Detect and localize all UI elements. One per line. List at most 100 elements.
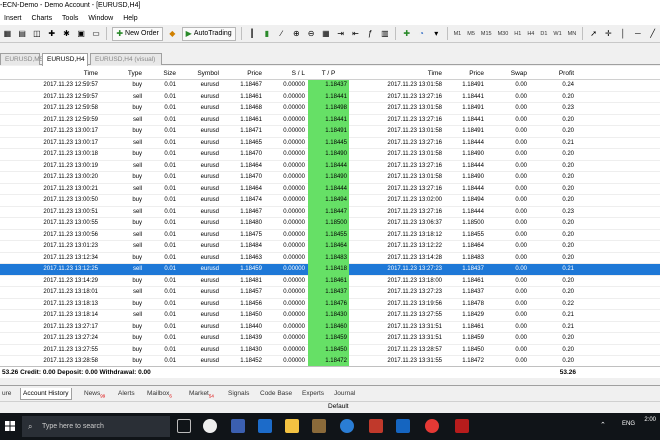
autoscroll-icon[interactable]: ⇥: [335, 28, 346, 39]
column-header-profit[interactable]: Profit: [530, 68, 574, 80]
terminal-tab-account-history[interactable]: Account History: [20, 388, 72, 400]
table-row[interactable]: 2017.11.23 13:18:13 buy 0.01 eurusd 1.18456 0…: [0, 298, 660, 310]
warning-app-icon[interactable]: [455, 419, 469, 433]
timeframe-m30[interactable]: M30: [498, 31, 509, 37]
menu-help[interactable]: Help: [123, 12, 137, 25]
timeframe-h4[interactable]: H4: [527, 31, 534, 37]
table-row[interactable]: 2017.11.23 13:12:34 buy 0.01 eurusd 1.18463 0…: [0, 252, 660, 264]
block-icon[interactable]: [425, 419, 439, 433]
cursor-icon[interactable]: ➚: [588, 28, 599, 39]
vertical-line-icon[interactable]: │: [618, 28, 629, 39]
column-header-time-close[interactable]: Time: [352, 68, 442, 80]
data-window-icon[interactable]: ✚: [46, 28, 57, 39]
timeframe-m5[interactable]: M5: [467, 31, 475, 37]
column-header-time-open[interactable]: Time: [8, 68, 98, 80]
language-indicator[interactable]: ENG: [622, 421, 635, 427]
terminal-tab-experts[interactable]: Experts: [300, 388, 326, 400]
terminal-tab-code-base[interactable]: Code Base: [258, 388, 294, 400]
bar-chart-icon[interactable]: ┃: [247, 28, 258, 39]
horizontal-line-icon[interactable]: ─: [632, 28, 643, 39]
table-row[interactable]: 2017.11.23 13:00:19 sell 0.01 eurusd 1.18464…: [0, 160, 660, 172]
tab-eurusd-h4[interactable]: EURUSD,H4: [42, 53, 88, 66]
terminal-tab-news[interactable]: News99: [82, 388, 107, 400]
chart-shift-icon[interactable]: ⇤: [350, 28, 361, 39]
table-row[interactable]: 2017.11.23 13:00:17 buy 0.01 eurusd 1.18471 0…: [0, 126, 660, 138]
column-header-size[interactable]: Size: [146, 68, 176, 80]
tab-eurusd-m5[interactable]: EURUSD,M5: [0, 53, 43, 65]
indicators-list-icon[interactable]: ✚: [401, 28, 412, 39]
table-row[interactable]: 2017.11.23 13:00:17 sell 0.01 eurusd 1.18465…: [0, 137, 660, 149]
table-row[interactable]: 2017.11.23 13:00:21 sell 0.01 eurusd 1.18464…: [0, 183, 660, 195]
navigator-icon[interactable]: ✱: [61, 28, 72, 39]
clock[interactable]: 2:00: [644, 415, 656, 425]
line-chart-icon[interactable]: ∕: [276, 28, 287, 39]
tab-eurusd-h4-visual[interactable]: EURUSD,H4 (visual): [90, 53, 162, 65]
word-icon[interactable]: [396, 419, 410, 433]
app-icon[interactable]: [231, 419, 245, 433]
zoom-in-icon[interactable]: ⊕: [291, 28, 302, 39]
timeframe-h1[interactable]: H1: [514, 31, 521, 37]
microphone-icon[interactable]: [177, 419, 191, 433]
terminal-tab-mailbox[interactable]: Mailbox6: [145, 388, 174, 400]
timeframe-w1[interactable]: W1: [553, 31, 561, 37]
column-header-open-price[interactable]: Price: [222, 68, 262, 80]
new-order-button[interactable]: ✚ New Order: [112, 26, 163, 41]
table-row[interactable]: 2017.11.23 13:18:14 sell 0.01 eurusd 1.18450…: [0, 310, 660, 322]
column-header-swap[interactable]: Swap: [487, 68, 527, 80]
table-row[interactable]: 2017.11.23 13:00:55 buy 0.01 eurusd 1.18480 0…: [0, 218, 660, 230]
windows-start-icon[interactable]: [5, 421, 15, 431]
candlestick-icon[interactable]: ▮: [261, 28, 272, 39]
terminal-tab-journal[interactable]: Journal: [332, 388, 357, 400]
autotrading-button[interactable]: ▶ AutoTrading: [181, 26, 236, 41]
table-row[interactable]: 2017.11.23 13:00:56 sell 0.01 eurusd 1.18475…: [0, 229, 660, 241]
table-row[interactable]: 2017.11.23 13:27:24 buy 0.01 eurusd 1.18439 0…: [0, 333, 660, 345]
menu-tools[interactable]: Tools: [62, 12, 78, 25]
taskbar-search[interactable]: ⌕ Type here to search: [22, 416, 170, 437]
menu-window[interactable]: Window: [88, 12, 113, 25]
menu-insert[interactable]: Insert: [4, 12, 22, 25]
timeframe-m15[interactable]: M15: [481, 31, 492, 37]
chrome-icon[interactable]: [203, 419, 217, 433]
terminal-tab-signals[interactable]: Signals: [226, 388, 251, 400]
crosshair-icon[interactable]: ✛: [603, 28, 614, 39]
market-watch-icon[interactable]: ◫: [32, 28, 43, 39]
column-header-close-price[interactable]: Price: [444, 68, 484, 80]
zoom-out-icon[interactable]: ⊖: [306, 28, 317, 39]
column-header-stop-loss[interactable]: S / L: [265, 68, 305, 80]
table-row[interactable]: 2017.11.23 13:01:23 sell 0.01 eurusd 1.18484…: [0, 241, 660, 253]
terminal-icon[interactable]: ▣: [76, 28, 87, 39]
table-row[interactable]: 2017.11.23 13:00:18 buy 0.01 eurusd 1.18470 0…: [0, 149, 660, 161]
table-row[interactable]: 2017.11.23 13:27:17 buy 0.01 eurusd 1.18440 0…: [0, 321, 660, 333]
terminal-tab-market[interactable]: Market54: [187, 388, 216, 400]
messenger-icon[interactable]: [340, 419, 354, 433]
menu-charts[interactable]: Charts: [31, 12, 52, 25]
templates-dropdown-icon[interactable]: ▾: [431, 28, 442, 39]
tile-windows-icon[interactable]: ▦: [321, 28, 332, 39]
metaeditor-icon[interactable]: ◆: [167, 28, 178, 39]
table-row[interactable]: 2017.11.23 13:12:25 sell 0.01 eurusd 1.18459…: [0, 264, 660, 276]
camera-icon[interactable]: [369, 419, 383, 433]
table-row[interactable]: 2017.11.23 13:27:55 buy 0.01 eurusd 1.18430 0…: [0, 344, 660, 356]
terminal-tab-alerts[interactable]: Alerts: [116, 388, 137, 400]
timeframe-d1[interactable]: D1: [540, 31, 547, 37]
trendline-icon[interactable]: ╱: [647, 28, 658, 39]
terminal-tab-ure[interactable]: ure: [0, 388, 13, 400]
indicators-icon[interactable]: ƒ: [365, 28, 376, 39]
column-header-type[interactable]: Type: [102, 68, 142, 80]
table-row[interactable]: 2017.11.23 13:14:29 buy 0.01 eurusd 1.18481 0…: [0, 275, 660, 287]
templates-icon[interactable]: ▥: [380, 28, 391, 39]
table-row[interactable]: 2017.11.23 12:59:57 sell 0.01 eurusd 1.18461…: [0, 91, 660, 103]
column-header-take-profit[interactable]: T / P: [308, 68, 349, 80]
table-row[interactable]: 2017.11.23 12:59:58 buy 0.01 eurusd 1.18468 0…: [0, 103, 660, 115]
profiles-icon[interactable]: ▤: [17, 28, 28, 39]
new-chart-icon[interactable]: ▦: [2, 28, 13, 39]
column-header-symbol[interactable]: Symbol: [179, 68, 219, 80]
timeframe-mn[interactable]: MN: [568, 31, 577, 37]
metatrader-icon[interactable]: [312, 419, 326, 433]
periods-icon[interactable]: ◔: [416, 28, 427, 39]
table-row[interactable]: 2017.11.23 12:59:59 sell 0.01 eurusd 1.18461…: [0, 114, 660, 126]
file-explorer-icon[interactable]: [285, 419, 299, 433]
tester-icon[interactable]: ▭: [91, 28, 102, 39]
table-row[interactable]: 2017.11.23 13:28:58 buy 0.01 eurusd 1.18452 0…: [0, 356, 660, 366]
table-row[interactable]: 2017.11.23 13:00:51 sell 0.01 eurusd 1.18467…: [0, 206, 660, 218]
